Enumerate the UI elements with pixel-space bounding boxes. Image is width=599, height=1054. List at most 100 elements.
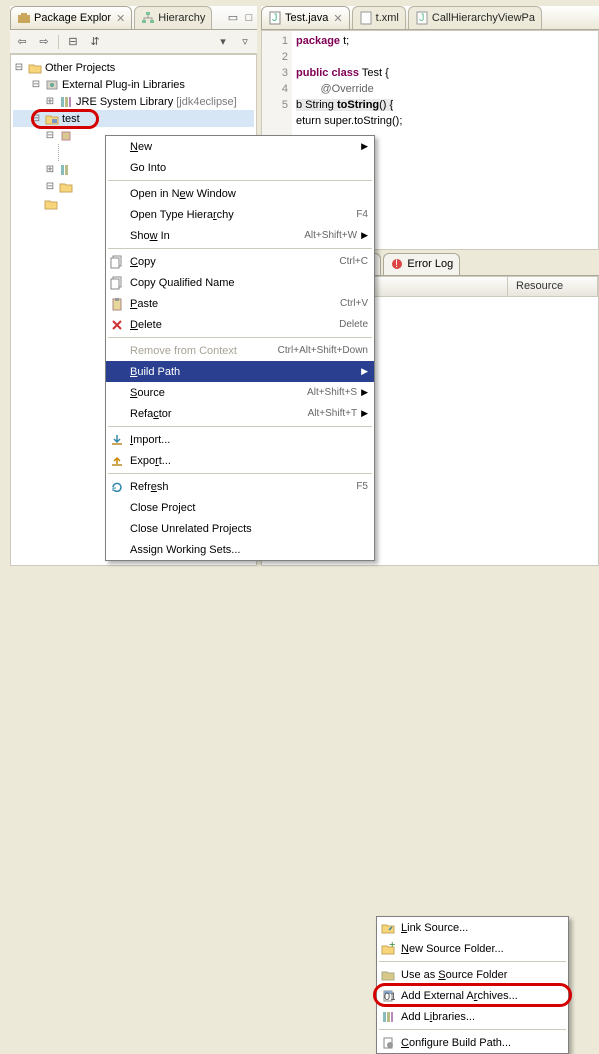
menu-close-project[interactable]: Close Project [106,497,374,518]
tab-label: CallHierarchyViewPa [432,12,535,24]
minimize-icon[interactable]: ▭ [225,10,241,26]
menu-label: Link Source... [401,922,562,934]
tab-package-explorer[interactable]: Package Explor ✕ [10,6,132,29]
menu-label: Copy Qualified Name [130,277,368,289]
menu-show-in[interactable]: Show In Alt+Shift+W ▶ [106,225,374,246]
menu-open-in-new-window[interactable]: Open in New Window [106,183,374,204]
menu-remove-from-context: Remove from ContextCtrl+Alt+Shift+Down [106,340,374,361]
menu-copy[interactable]: CopyCtrl+C [106,251,374,272]
menu-label: Add Libraries... [401,1011,562,1023]
hierarchy-icon [141,11,155,25]
imp-icon [108,433,126,447]
tree-label: test [62,113,80,125]
tab-label: t.xml [376,12,399,24]
menu-assign-working-sets[interactable]: Assign Working Sets... [106,539,374,560]
menu-refresh[interactable]: RefreshF5 [106,476,374,497]
svg-text:+: + [389,942,395,951]
menu-label: Import... [130,434,368,446]
tree-item-test[interactable]: ⊟ test [13,110,254,127]
menu-source[interactable]: SourceAlt+Shift+S▶ [106,382,374,403]
folder-icon [28,61,42,75]
xml-file-icon [359,11,373,25]
submenu-arrow-icon: ▶ [361,366,368,377]
tab-hierarchy[interactable]: Hierarchy [134,6,212,29]
tab-callhierarchy[interactable]: J CallHierarchyViewPa [408,6,542,29]
package-icon [59,129,73,143]
project-icon [45,112,59,126]
menu-shortcut: F4 [356,209,368,220]
exp-icon [108,454,126,468]
column-resource[interactable]: Resource [508,277,598,296]
package-explorer-toolbar: ⇦ ⇨ ⊟ ⇵ ▾ ▿ [10,30,257,54]
tab-t-xml[interactable]: t.xml [352,6,406,29]
menu-go-into[interactable]: Go Into [106,157,374,178]
menu-close-unrelated-projects[interactable]: Close Unrelated Projects [106,518,374,539]
folder-icon [59,180,73,194]
menu-refactor[interactable]: Refactor Alt+Shift+T ▶ [106,403,374,424]
menu-shortcut: Ctrl+V [340,298,368,309]
menu-label: Open in New Window [130,188,368,200]
tab-error-log[interactable]: ! Error Log [383,253,460,275]
tree-label: External Plug-in Libraries [62,79,185,91]
close-icon[interactable]: ✕ [116,12,125,25]
menu-label: New [130,141,357,153]
submenu-link-source[interactable]: Link Source... [377,917,568,938]
menu-label: Remove from Context [130,345,274,357]
tab-label: Hierarchy [158,12,205,24]
menu-icon[interactable]: ▿ [237,34,253,50]
submenu-add-external-archives[interactable]: 010Add External Archives... [377,985,568,1006]
forward-icon[interactable]: ⇨ [36,34,52,50]
menu-shortcut: Alt+Shift+W [304,230,357,241]
package-explorer-tabbar: Package Explor ✕ Hierarchy ▭ □ [10,6,257,30]
tree-item[interactable]: ⊟ External Plug-in Libraries [13,76,254,93]
filter-icon[interactable]: ▾ [215,34,231,50]
link-icon [379,921,397,935]
back-icon[interactable]: ⇦ [14,34,30,50]
copy-icon [108,255,126,269]
maximize-icon[interactable]: □ [241,10,257,26]
menu-label: Refactor [130,408,304,420]
svg-text:!: ! [395,258,398,270]
svg-text:J: J [419,12,425,24]
tree-root[interactable]: ⊟ Other Projects [13,59,254,76]
menu-paste[interactable]: PasteCtrl+V [106,293,374,314]
submenu-arrow-icon: ▶ [361,141,368,152]
folder-icon [44,197,58,211]
submenu-add-libraries[interactable]: Add Libraries... [377,1006,568,1027]
menu-shortcut: Ctrl+C [339,256,368,267]
submenu-arrow-icon: ▶ [361,230,368,241]
menu-delete[interactable]: DeleteDelete [106,314,374,335]
menu-shortcut: F5 [356,481,368,492]
menu-export[interactable]: Export... [106,450,374,471]
menu-copy-qualified-name[interactable]: Copy Qualified Name [106,272,374,293]
link-editor-icon[interactable]: ⇵ [87,34,103,50]
close-icon[interactable]: ✕ [333,12,342,25]
del-icon [108,318,126,332]
menu-label: Use as Source Folder [401,969,562,981]
menu-label: Add External Archives... [401,990,562,1002]
menu-build-path[interactable]: Build Path ▶ [106,361,374,382]
tab-label: Package Explor [34,12,111,24]
menu-shortcut: Delete [339,319,368,330]
submenu-use-as-source-folder[interactable]: Use as Source Folder [377,964,568,985]
lib-icon [379,1010,397,1024]
library-icon [59,163,73,177]
menu-new[interactable]: New ▶ [106,136,374,157]
menu-label: Assign Working Sets... [130,544,368,556]
tree-item[interactable]: ⊞ JRE System Library [jdk4eclipse] [13,93,254,110]
ref-icon [108,480,126,494]
cfg-icon [379,1036,397,1050]
menu-label: Build Path [130,366,357,378]
submenu-new-source-folder[interactable]: +New Source Folder... [377,938,568,959]
editor-tabbar: J Test.java ✕ t.xml J CallHierarchyViewP… [261,6,599,30]
menu-label: Show In [130,230,300,242]
menu-shortcut: Alt+Shift+T [308,408,357,419]
collapse-icon[interactable]: ⊟ [65,34,81,50]
error-icon: ! [390,257,404,271]
menu-import[interactable]: Import... [106,429,374,450]
submenu-configure-build-path[interactable]: Configure Build Path... [377,1032,568,1053]
context-menu: New ▶ Go Into Open in New Window Open Type H… [105,135,375,561]
menu-open-type-hierarchy[interactable]: Open Type HierarchyF4 [106,204,374,225]
tab-test-java[interactable]: J Test.java ✕ [261,6,350,29]
submenu-arrow-icon: ▶ [361,408,368,419]
